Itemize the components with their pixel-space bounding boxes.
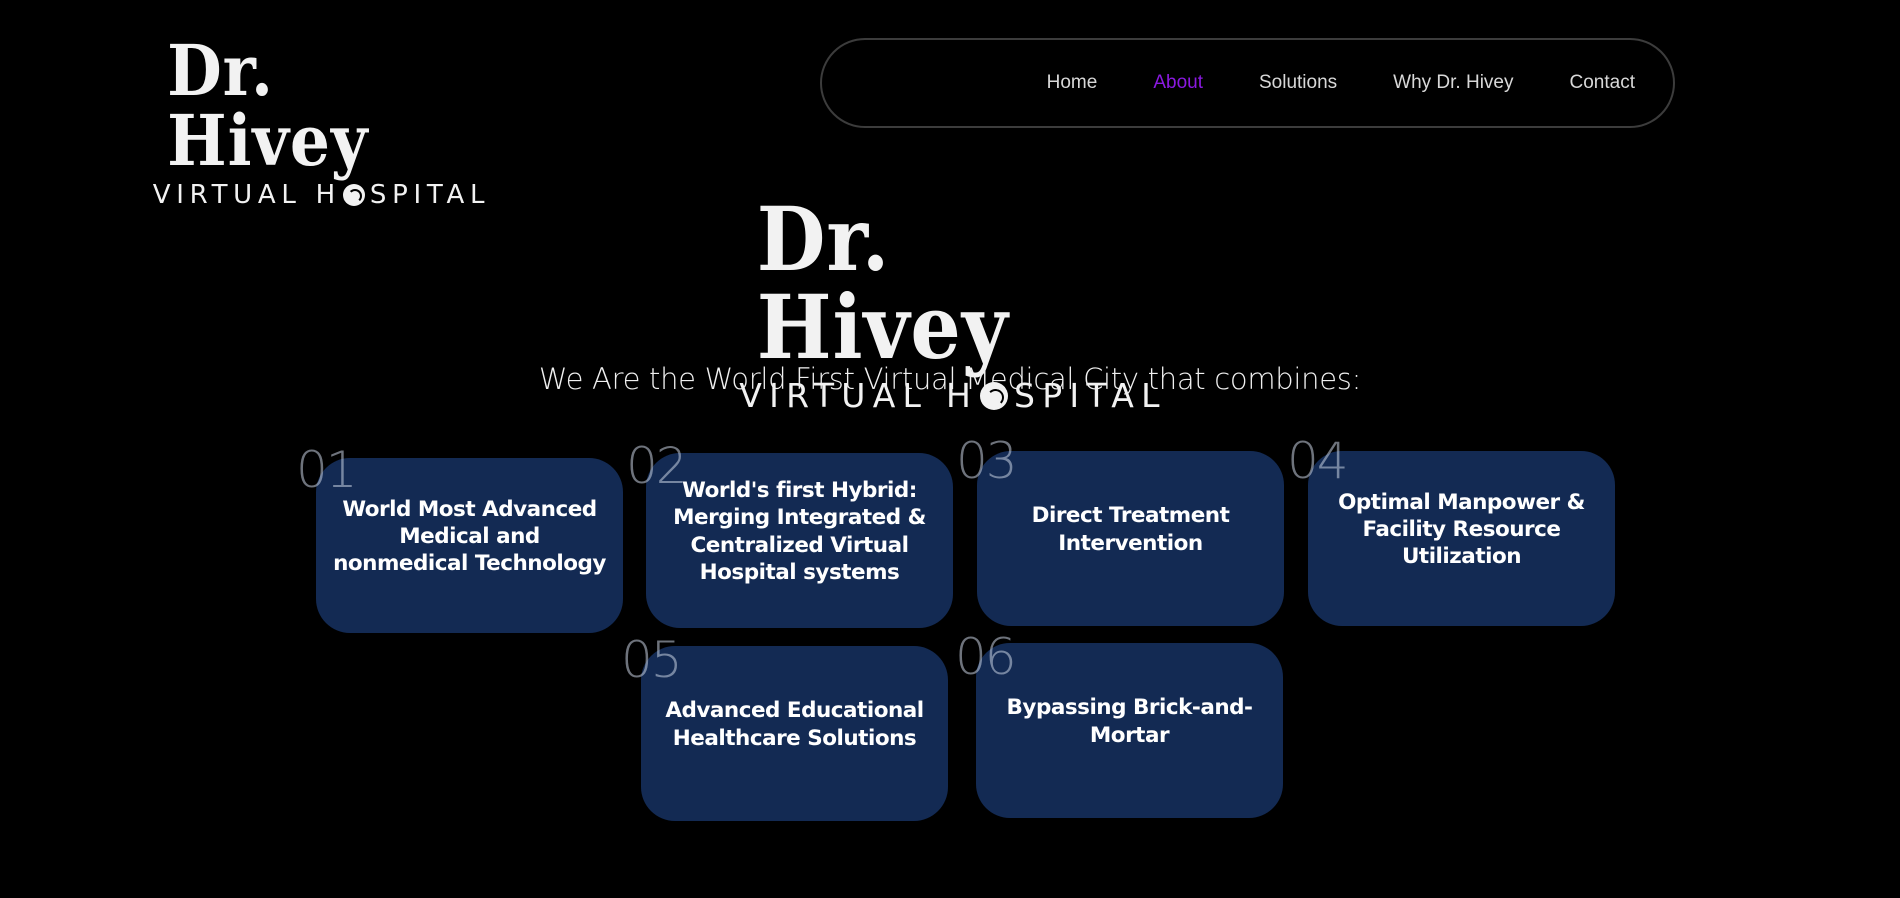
hero-tagline: We Are the World First Virtual Medical C… — [538, 362, 1362, 396]
feature-number: 05 — [621, 631, 683, 689]
header-logo[interactable]: Dr. Hivey VIRTUAL H SPITAL — [150, 29, 493, 209]
feature-card: Bypassing Brick-and-Mortar — [976, 643, 1283, 818]
feature-title: World's first Hybrid: Merging Integrated… — [673, 477, 926, 585]
feature-title: Bypassing Brick-and-Mortar — [1006, 695, 1253, 748]
feature-card: Optimal Manpower & Facility Resource Uti… — [1308, 451, 1615, 626]
logo-subtitle-part: VIRTUAL H — [152, 180, 341, 210]
nav-home[interactable]: Home — [1047, 72, 1098, 94]
feature-card: World Most Advanced Medical and nonmedic… — [316, 458, 623, 633]
logo-subtitle-part: SPITAL — [369, 180, 491, 210]
feature-title: Advanced Educational Healthcare Solution… — [665, 698, 924, 751]
feature-title: Direct Treatment Intervention — [1031, 503, 1230, 556]
feature-number: 01 — [296, 441, 358, 499]
feature-number: 06 — [955, 628, 1017, 686]
hero-logo-wordmark: Dr. Hivey — [756, 187, 1009, 379]
feature-card: World's first Hybrid: Merging Integrated… — [646, 453, 953, 628]
nav-solutions[interactable]: Solutions — [1259, 72, 1337, 94]
feature-title: Optimal Manpower & Facility Resource Uti… — [1338, 489, 1585, 570]
logo-wordmark: Dr. Hivey — [167, 29, 369, 182]
feature-card: Direct Treatment Intervention — [977, 451, 1284, 626]
nav-about[interactable]: About — [1153, 72, 1203, 94]
main-nav: Home About Solutions Why Dr. Hivey Conta… — [820, 38, 1675, 128]
logo-subtitle: VIRTUAL H SPITAL — [153, 182, 490, 208]
logo-o-icon — [342, 184, 365, 206]
feature-number: 04 — [1287, 432, 1349, 490]
feature-card: Advanced Educational Healthcare Solution… — [641, 646, 948, 821]
nav-why-dr-hivey[interactable]: Why Dr. Hivey — [1393, 72, 1513, 94]
feature-title: World Most Advanced Medical and nonmedic… — [333, 496, 606, 577]
feature-number: 03 — [956, 432, 1018, 490]
feature-number: 02 — [626, 437, 688, 495]
nav-contact[interactable]: Contact — [1570, 72, 1635, 94]
